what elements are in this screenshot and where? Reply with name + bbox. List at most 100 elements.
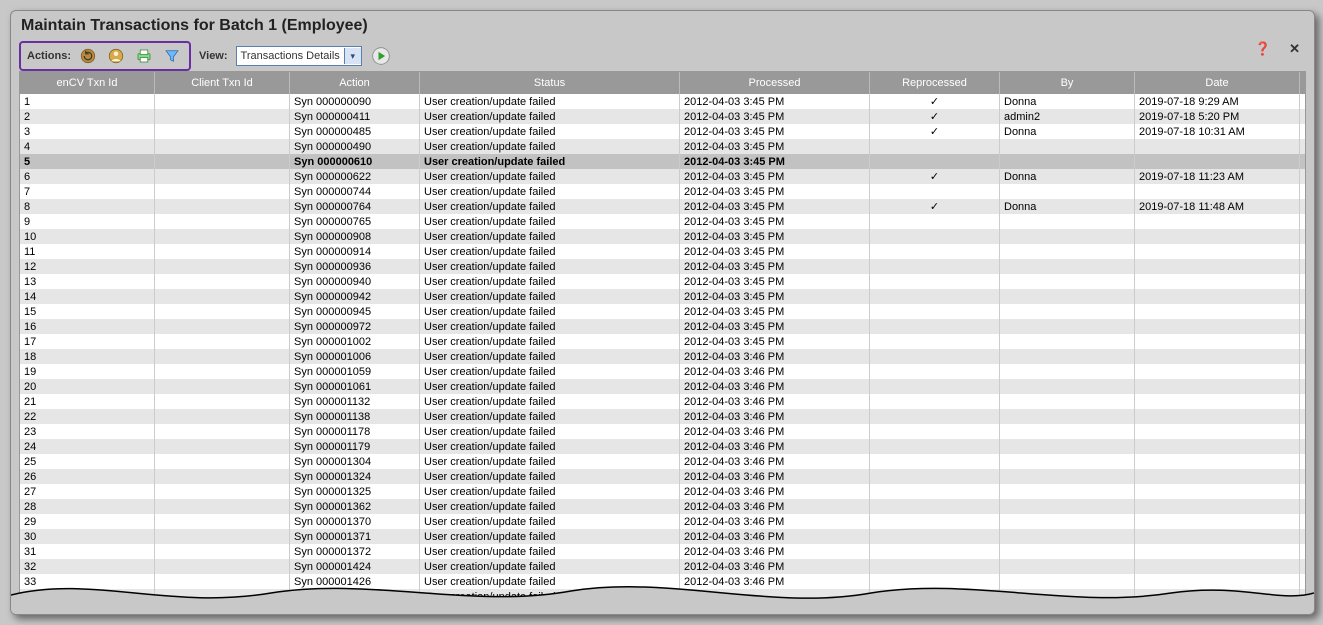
col-client[interactable]: Client Txn Id [155,72,290,94]
table-row[interactable]: 6Syn 000000622User creation/update faile… [20,169,1305,184]
table-row[interactable]: 14Syn 000000942User creation/update fail… [20,289,1305,304]
cell-by: Donna [1000,124,1135,139]
table-row[interactable]: 24Syn 000001179User creation/update fail… [20,439,1305,454]
print-icon[interactable] [133,45,155,67]
table-row[interactable]: 2Syn 000000411User creation/update faile… [20,109,1305,124]
cell-action: Syn 000001138 [290,409,420,424]
col-by[interactable]: By [1000,72,1135,94]
cell-date [1135,589,1300,604]
close-button[interactable]: ✕ [1285,39,1304,59]
cell-processed: 2012-04-03 3:45 PM [680,259,870,274]
table-row[interactable]: 8Syn 000000764User creation/update faile… [20,199,1305,214]
col-status[interactable]: Status [420,72,680,94]
cell-status: User creation/update failed [420,259,680,274]
filter-icon[interactable] [161,45,183,67]
reprocess-user-icon[interactable] [105,45,127,67]
cell-reprocessed [870,364,1000,379]
cell-action: Syn 000000485 [290,124,420,139]
table-row[interactable]: 5Syn 000000610User creation/update faile… [20,154,1305,169]
table-row[interactable]: 9Syn 000000765User creation/update faile… [20,214,1305,229]
cell-by [1000,319,1135,334]
cell-status: User creation/update failed [420,289,680,304]
col-processed[interactable]: Processed [680,72,870,94]
cell-id: 8 [20,199,155,214]
cell-by [1000,574,1135,589]
cell-processed: 2012-04-03 3:46 PM [680,379,870,394]
cell-by [1000,394,1135,409]
table-row[interactable]: 26Syn 000001324User creation/update fail… [20,469,1305,484]
cell-id: 33 [20,574,155,589]
cell-by [1000,364,1135,379]
table-body[interactable]: 1Syn 000000090User creation/update faile… [20,94,1305,613]
cell-reprocessed [870,379,1000,394]
cell-date [1135,559,1300,574]
cell-status: User creation/update failed [420,154,680,169]
table-row[interactable]: 28Syn 000001362User creation/update fail… [20,499,1305,514]
cell-date [1135,349,1300,364]
cell-by [1000,244,1135,259]
table-row[interactable]: 33Syn 000001426User creation/update fail… [20,574,1305,589]
table-row[interactable]: 17Syn 000001002User creation/update fail… [20,334,1305,349]
cell-by: Donna [1000,94,1135,109]
cell-client [155,334,290,349]
cell-action: Syn 000001006 [290,349,420,364]
col-date[interactable]: Date [1135,72,1300,94]
table-row[interactable]: 18Syn 000001006User creation/update fail… [20,349,1305,364]
col-id[interactable]: enCV Txn Id [20,72,155,94]
help-button[interactable]: ❓ [1251,39,1275,59]
cell-id: 12 [20,259,155,274]
col-action[interactable]: Action [290,72,420,94]
table-row[interactable]: 11Syn 000000914User creation/update fail… [20,244,1305,259]
table-row[interactable]: 32Syn 000001424User creation/update fail… [20,559,1305,574]
cell-by [1000,529,1135,544]
reprocess-icon[interactable] [77,45,99,67]
table-row[interactable]: 1Syn 000000090User creation/update faile… [20,94,1305,109]
cell-date [1135,154,1300,169]
table-row[interactable]: User creation/update failed [20,589,1305,604]
cell-id: 28 [20,499,155,514]
table-row[interactable]: 31Syn 000001372User creation/update fail… [20,544,1305,559]
cell-status: User creation/update failed [420,169,680,184]
view-select[interactable]: Transactions Details ▾ [236,46,362,66]
table-row[interactable]: 23Syn 000001178User creation/update fail… [20,424,1305,439]
cell-reprocessed [870,244,1000,259]
cell-reprocessed: ✓ [870,199,1000,214]
transactions-table: enCV Txn Id Client Txn Id Action Status … [19,71,1306,614]
table-row[interactable]: 22Syn 000001138User creation/update fail… [20,409,1305,424]
chevron-down-icon: ▾ [344,48,361,64]
table-row[interactable]: 7Syn 000000744User creation/update faile… [20,184,1305,199]
cell-date [1135,304,1300,319]
table-row[interactable]: 25Syn 000001304User creation/update fail… [20,454,1305,469]
cell-client [155,514,290,529]
cell-reprocessed [870,424,1000,439]
table-row[interactable]: 20Syn 000001061User creation/update fail… [20,379,1305,394]
table-row[interactable]: 13Syn 000000940User creation/update fail… [20,274,1305,289]
table-row[interactable]: 10Syn 000000908User creation/update fail… [20,229,1305,244]
table-row[interactable]: 27Syn 000001325User creation/update fail… [20,484,1305,499]
cell-date [1135,259,1300,274]
table-row[interactable]: 12Syn 000000936User creation/update fail… [20,259,1305,274]
table-row[interactable]: 3Syn 000000485User creation/update faile… [20,124,1305,139]
table-row[interactable]: 16Syn 000000972User creation/update fail… [20,319,1305,334]
table-row[interactable]: 4Syn 000000490User creation/update faile… [20,139,1305,154]
cell-status: User creation/update failed [420,469,680,484]
table-row[interactable]: 29Syn 000001370User creation/update fail… [20,514,1305,529]
table-row[interactable]: 15Syn 000000945User creation/update fail… [20,304,1305,319]
cell-by [1000,439,1135,454]
cell-date [1135,274,1300,289]
cell-id: 19 [20,364,155,379]
table-row[interactable]: 21Syn 000001132User creation/update fail… [20,394,1305,409]
table-row[interactable]: 19Syn 000001059User creation/update fail… [20,364,1305,379]
go-button[interactable] [370,45,392,67]
cell-status: User creation/update failed [420,274,680,289]
cell-client [155,229,290,244]
cell-id: 21 [20,394,155,409]
table-row[interactable]: 30Syn 000001371User creation/update fail… [20,529,1305,544]
cell-client [155,379,290,394]
cell-status: User creation/update failed [420,574,680,589]
cell-reprocessed [870,394,1000,409]
cell-status: User creation/update failed [420,424,680,439]
cell-reprocessed [870,274,1000,289]
col-reprocessed[interactable]: Reprocessed [870,72,1000,94]
cell-id: 17 [20,334,155,349]
